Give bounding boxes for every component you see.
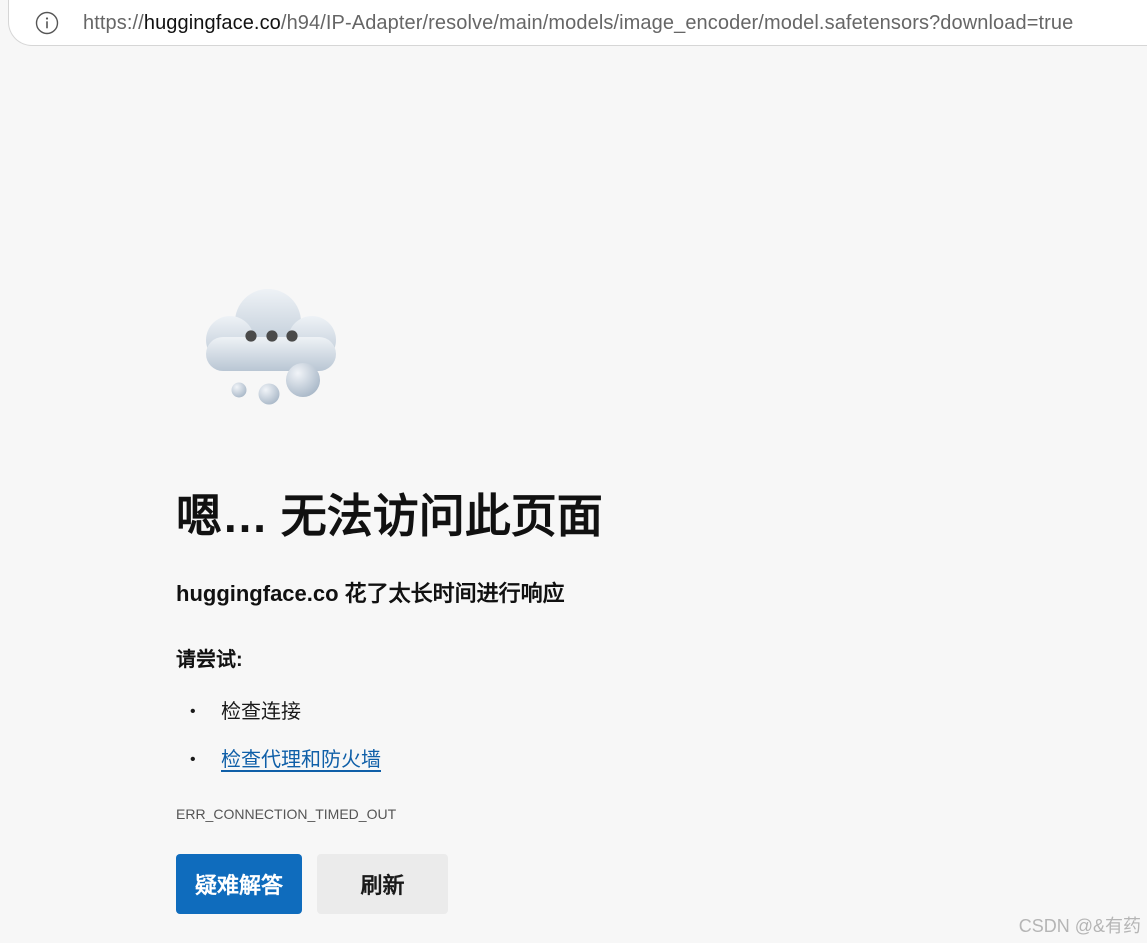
url-text[interactable]: https://huggingface.co/h94/IP-Adapter/re… bbox=[83, 11, 1073, 35]
refresh-button[interactable]: 刷新 bbox=[317, 854, 448, 914]
error-code: ERR_CONNECTION_TIMED_OUT bbox=[176, 806, 397, 822]
url-prefix: https:// bbox=[83, 12, 144, 34]
url-path: /h94/IP-Adapter/resolve/main/models/imag… bbox=[280, 12, 1074, 34]
address-bar[interactable]: https://huggingface.co/h94/IP-Adapter/re… bbox=[8, 0, 1147, 46]
troubleshoot-button[interactable]: 疑难解答 bbox=[176, 854, 302, 914]
error-subtitle: huggingface.co 花了太长时间进行响应 bbox=[176, 581, 565, 606]
suggestion-check-connection: • 检查连接 bbox=[190, 697, 301, 727]
error-title: 嗯… 无法访问此页面 bbox=[176, 490, 603, 542]
cloud-icon bbox=[206, 289, 336, 405]
bullet-icon: • bbox=[190, 703, 196, 720]
proxy-firewall-link[interactable]: 检查代理和防火墙 bbox=[221, 749, 381, 771]
url-host: huggingface.co bbox=[143, 12, 281, 34]
try-label: 请尝试: bbox=[176, 649, 243, 671]
suggestion-check-proxy-firewall: • 检查代理和防火墙 bbox=[190, 745, 381, 775]
info-icon[interactable] bbox=[35, 11, 59, 35]
bullet-icon: • bbox=[190, 751, 196, 768]
watermark: CSDN @&有药 bbox=[1018, 916, 1141, 936]
suggestion-label: 检查连接 bbox=[221, 701, 301, 723]
